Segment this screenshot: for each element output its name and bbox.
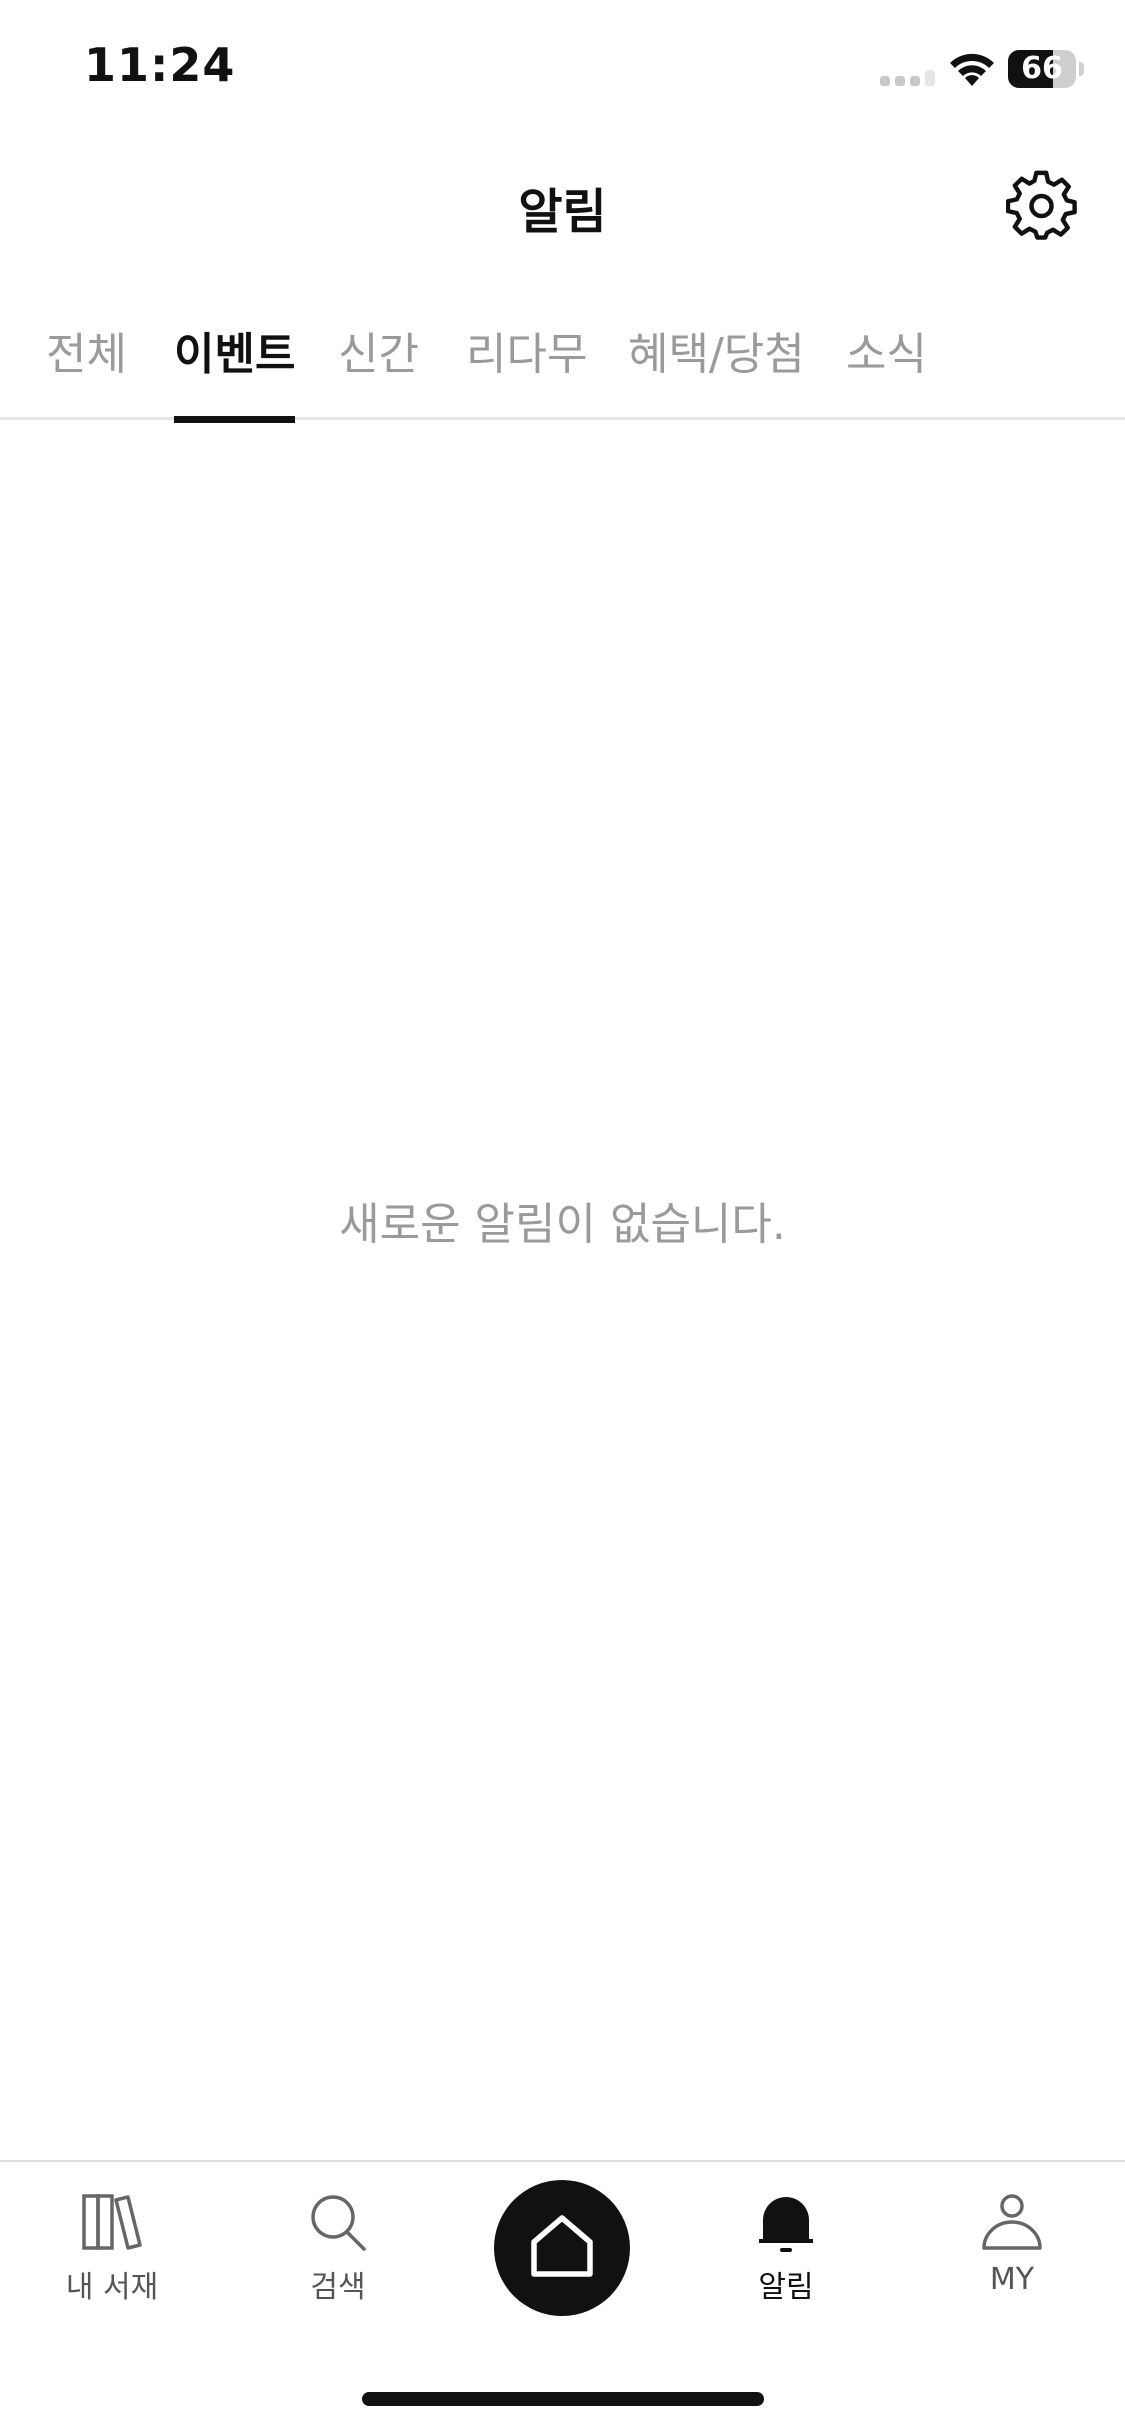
page-title: 알림 [518,184,607,240]
tab-label: 신간 [338,329,419,380]
category-tabs: 전체 이벤트 신간 리다무 혜택/당첨 소식 [0,290,1125,423]
nav-label: 검색 [310,2270,366,2305]
tab-benefits[interactable]: 혜택/당첨 [628,318,805,420]
tab-ridamu[interactable]: 리다무 [466,318,587,420]
tab-label: 이벤트 [174,329,296,380]
nav-label: 알림 [758,2270,814,2305]
tab-event[interactable]: 이벤트 [174,318,296,423]
home-indicator [362,2392,764,2406]
home-icon [531,2215,593,2277]
tab-label: 소식 [846,329,927,380]
tab-all[interactable]: 전체 [46,318,127,420]
wifi-icon [950,53,994,86]
gear-icon[interactable] [1006,170,1078,242]
nav-my-library[interactable]: 내 서재 [32,2192,192,2322]
status-bar: 11:24 66 [0,0,1125,140]
nav-search[interactable]: 검색 [258,2192,418,2322]
battery-body: 66 [1008,50,1076,88]
nav-my[interactable]: MY [932,2192,1092,2322]
tab-new-releases[interactable]: 신간 [338,318,419,420]
battery-indicator: 66 [1008,50,1084,88]
header: 알림 [0,140,1125,270]
active-tab-indicator [174,416,296,423]
tab-news[interactable]: 소식 [846,318,927,420]
tab-label: 리다무 [466,329,588,380]
bookshelf-icon [82,2194,142,2250]
bell-icon [759,2197,813,2252]
tab-label: 혜택/당첨 [628,329,805,380]
home-button[interactable] [494,2180,630,2316]
nav-label: 내 서재 [65,2270,159,2305]
person-icon [982,2194,1042,2250]
status-time: 11:24 [84,38,236,92]
empty-state-message: 새로운 알림이 없습니다. [339,1199,786,1250]
nav-label: MY [989,2262,1035,2297]
cellular-signal-icon [880,70,935,86]
search-icon [311,2195,366,2251]
battery-tip [1079,62,1084,76]
battery-level: 66 [1021,51,1063,86]
nav-notifications[interactable]: 알림 [706,2192,866,2322]
tab-label: 전체 [46,329,127,380]
